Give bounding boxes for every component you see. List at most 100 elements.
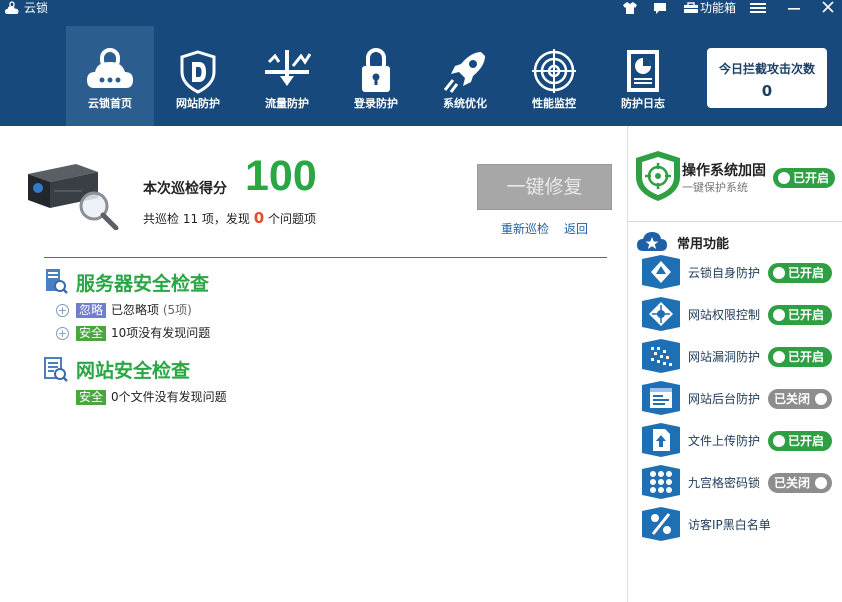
traffic-icon bbox=[265, 50, 311, 86]
safe-text: 10项没有发现问题 bbox=[111, 326, 211, 340]
toggle-knob bbox=[778, 172, 790, 184]
toggle-knob bbox=[773, 267, 785, 279]
nav-item-site-protect[interactable]: 网站防护 bbox=[154, 26, 242, 126]
site-check-row-safe: 安全 0个文件没有发现问题 bbox=[76, 389, 227, 405]
app-logo-icon bbox=[5, 1, 19, 14]
scan-summary-suffix: 个问题项 bbox=[268, 212, 317, 226]
shirt-skin-icon[interactable] bbox=[622, 0, 638, 16]
nav-item-login[interactable]: 登录防护 bbox=[332, 26, 420, 126]
toggle-upload[interactable]: 已开启 bbox=[768, 431, 832, 451]
feature-label-permission[interactable]: 网站权限控制 bbox=[688, 306, 760, 323]
toggle-status-grid-lock: 已关闭 bbox=[774, 476, 811, 490]
toggle-knob bbox=[773, 351, 785, 363]
nav-item-log[interactable]: 防护日志 bbox=[599, 26, 687, 126]
toggle-status-self-protect: 已开启 bbox=[788, 266, 825, 280]
expand-ignored-icon[interactable]: + bbox=[56, 304, 69, 317]
toggle-knob bbox=[815, 393, 827, 405]
right-separator bbox=[628, 221, 842, 222]
toggle-status-backend: 已关闭 bbox=[774, 392, 811, 406]
nav-label-login: 登录防护 bbox=[354, 97, 398, 110]
scan-summary-prefix: 共巡检 11 项，发现 bbox=[143, 212, 250, 226]
nav-item-home[interactable]: 云锁首页 bbox=[66, 26, 154, 126]
feature-label-upload[interactable]: 文件上传防护 bbox=[688, 432, 760, 449]
server-check-title: 服务器安全检查 bbox=[76, 273, 210, 295]
menu-icon[interactable] bbox=[749, 0, 767, 16]
feature-label-vulnerability[interactable]: 网站漏洞防护 bbox=[688, 348, 760, 365]
site-safe-text: 0个文件没有发现问题 bbox=[111, 390, 227, 404]
close-icon[interactable] bbox=[821, 0, 835, 16]
back-link[interactable]: 返回 bbox=[564, 220, 588, 237]
permission-icon bbox=[642, 297, 680, 331]
ip-list-icon bbox=[642, 507, 680, 541]
site-check-icon bbox=[44, 357, 68, 382]
toggle-backend[interactable]: 已关闭 bbox=[768, 389, 832, 409]
toggle-status-permission: 已开启 bbox=[788, 308, 825, 322]
toggle-knob bbox=[773, 435, 785, 447]
issue-count: 0 bbox=[253, 209, 265, 227]
server-check-row-safe: 安全 10项没有发现问题 bbox=[76, 325, 210, 341]
log-icon bbox=[627, 50, 659, 92]
toggle-status-vulnerability: 已开启 bbox=[788, 350, 825, 364]
ignored-text: 已忽略项 bbox=[111, 303, 160, 317]
star-cloud-icon bbox=[637, 232, 667, 251]
toggle-status-upload: 已开启 bbox=[788, 434, 825, 448]
toggle-knob bbox=[815, 477, 827, 489]
attack-counter: 今日拦截攻击次数 0 bbox=[707, 48, 827, 108]
nav-label-home: 云锁首页 bbox=[88, 97, 132, 110]
radar-icon bbox=[532, 49, 576, 93]
padlock-icon bbox=[362, 48, 390, 92]
grid-lock-icon bbox=[642, 465, 680, 499]
toggle-vulnerability[interactable]: 已开启 bbox=[768, 347, 832, 367]
one-click-fix-button[interactable]: 一键修复 bbox=[477, 164, 612, 210]
nav-label-monitor: 性能监控 bbox=[532, 97, 576, 110]
os-hardening-title: 操作系统加固 bbox=[682, 163, 766, 179]
nav-label-traffic: 流量防护 bbox=[265, 97, 309, 110]
nav-item-optimize[interactable]: 系统优化 bbox=[421, 26, 509, 126]
attack-counter-value: 0 bbox=[761, 82, 773, 100]
main-panel: 本次巡检得分 100 共巡检 11 项，发现 0 个问题项 一键修复 重新巡检 … bbox=[0, 126, 627, 602]
top-header: 云锁 功能箱 云锁首页 网站防护 流量防护 登录防护 系统优化 性能监控 防护日… bbox=[0, 0, 842, 126]
rocket-icon bbox=[443, 52, 485, 93]
os-shield-icon bbox=[636, 151, 680, 201]
os-hardening-subtitle: 一键保护系统 bbox=[682, 181, 748, 194]
ignore-tag: 忽略 bbox=[76, 303, 107, 318]
app-title: 云锁 bbox=[24, 1, 49, 15]
os-hardening-status: 已开启 bbox=[793, 171, 830, 185]
backend-icon bbox=[642, 381, 680, 415]
upload-icon bbox=[642, 423, 680, 457]
nav-label-log: 防护日志 bbox=[621, 97, 665, 110]
safe-tag: 安全 bbox=[76, 326, 107, 341]
server-check-icon bbox=[46, 269, 68, 294]
attack-counter-label: 今日拦截攻击次数 bbox=[718, 62, 815, 76]
feature-label-grid-lock[interactable]: 九宫格密码锁 bbox=[688, 474, 760, 491]
server-magnifier-icon bbox=[28, 164, 119, 230]
self-protect-icon bbox=[642, 255, 680, 289]
main-nav: 云锁首页 网站防护 流量防护 登录防护 系统优化 性能监控 防护日志 bbox=[66, 26, 686, 126]
message-icon[interactable] bbox=[652, 0, 668, 16]
ignored-count: (5项) bbox=[162, 303, 192, 317]
section-divider bbox=[44, 257, 607, 258]
nav-item-monitor[interactable]: 性能监控 bbox=[510, 26, 598, 126]
feature-label-ip-list[interactable]: 访客IP黑白名单 bbox=[688, 516, 771, 533]
minimize-icon[interactable] bbox=[787, 0, 801, 16]
rescan-link[interactable]: 重新巡检 bbox=[501, 220, 549, 237]
feature-label-self-protect[interactable]: 云锁自身防护 bbox=[688, 264, 760, 281]
scan-summary: 共巡检 11 项，发现 0 个问题项 bbox=[143, 210, 316, 227]
title-bar: 云锁 功能箱 bbox=[0, 0, 842, 18]
toggle-permission[interactable]: 已开启 bbox=[768, 305, 832, 325]
common-features-title: 常用功能 bbox=[677, 237, 730, 252]
nav-item-traffic[interactable]: 流量防护 bbox=[243, 26, 331, 126]
expand-safe-icon[interactable]: + bbox=[56, 327, 69, 340]
toggle-self-protect[interactable]: 已开启 bbox=[768, 263, 832, 283]
score-label: 本次巡检得分 bbox=[143, 181, 227, 197]
toggle-grid-lock[interactable]: 已关闭 bbox=[768, 473, 832, 493]
cloud-lock-icon bbox=[87, 48, 133, 88]
toolbox-icon[interactable] bbox=[683, 0, 699, 16]
nav-label-optimize: 系统优化 bbox=[443, 97, 487, 110]
feature-label-backend[interactable]: 网站后台防护 bbox=[688, 390, 760, 407]
toggle-knob bbox=[773, 309, 785, 321]
vulnerability-icon bbox=[642, 339, 680, 373]
os-hardening-toggle[interactable]: 已开启 bbox=[773, 168, 835, 188]
toolbox-menu-label[interactable]: 功能箱 bbox=[700, 0, 736, 16]
site-check-title: 网站安全检查 bbox=[76, 360, 191, 382]
